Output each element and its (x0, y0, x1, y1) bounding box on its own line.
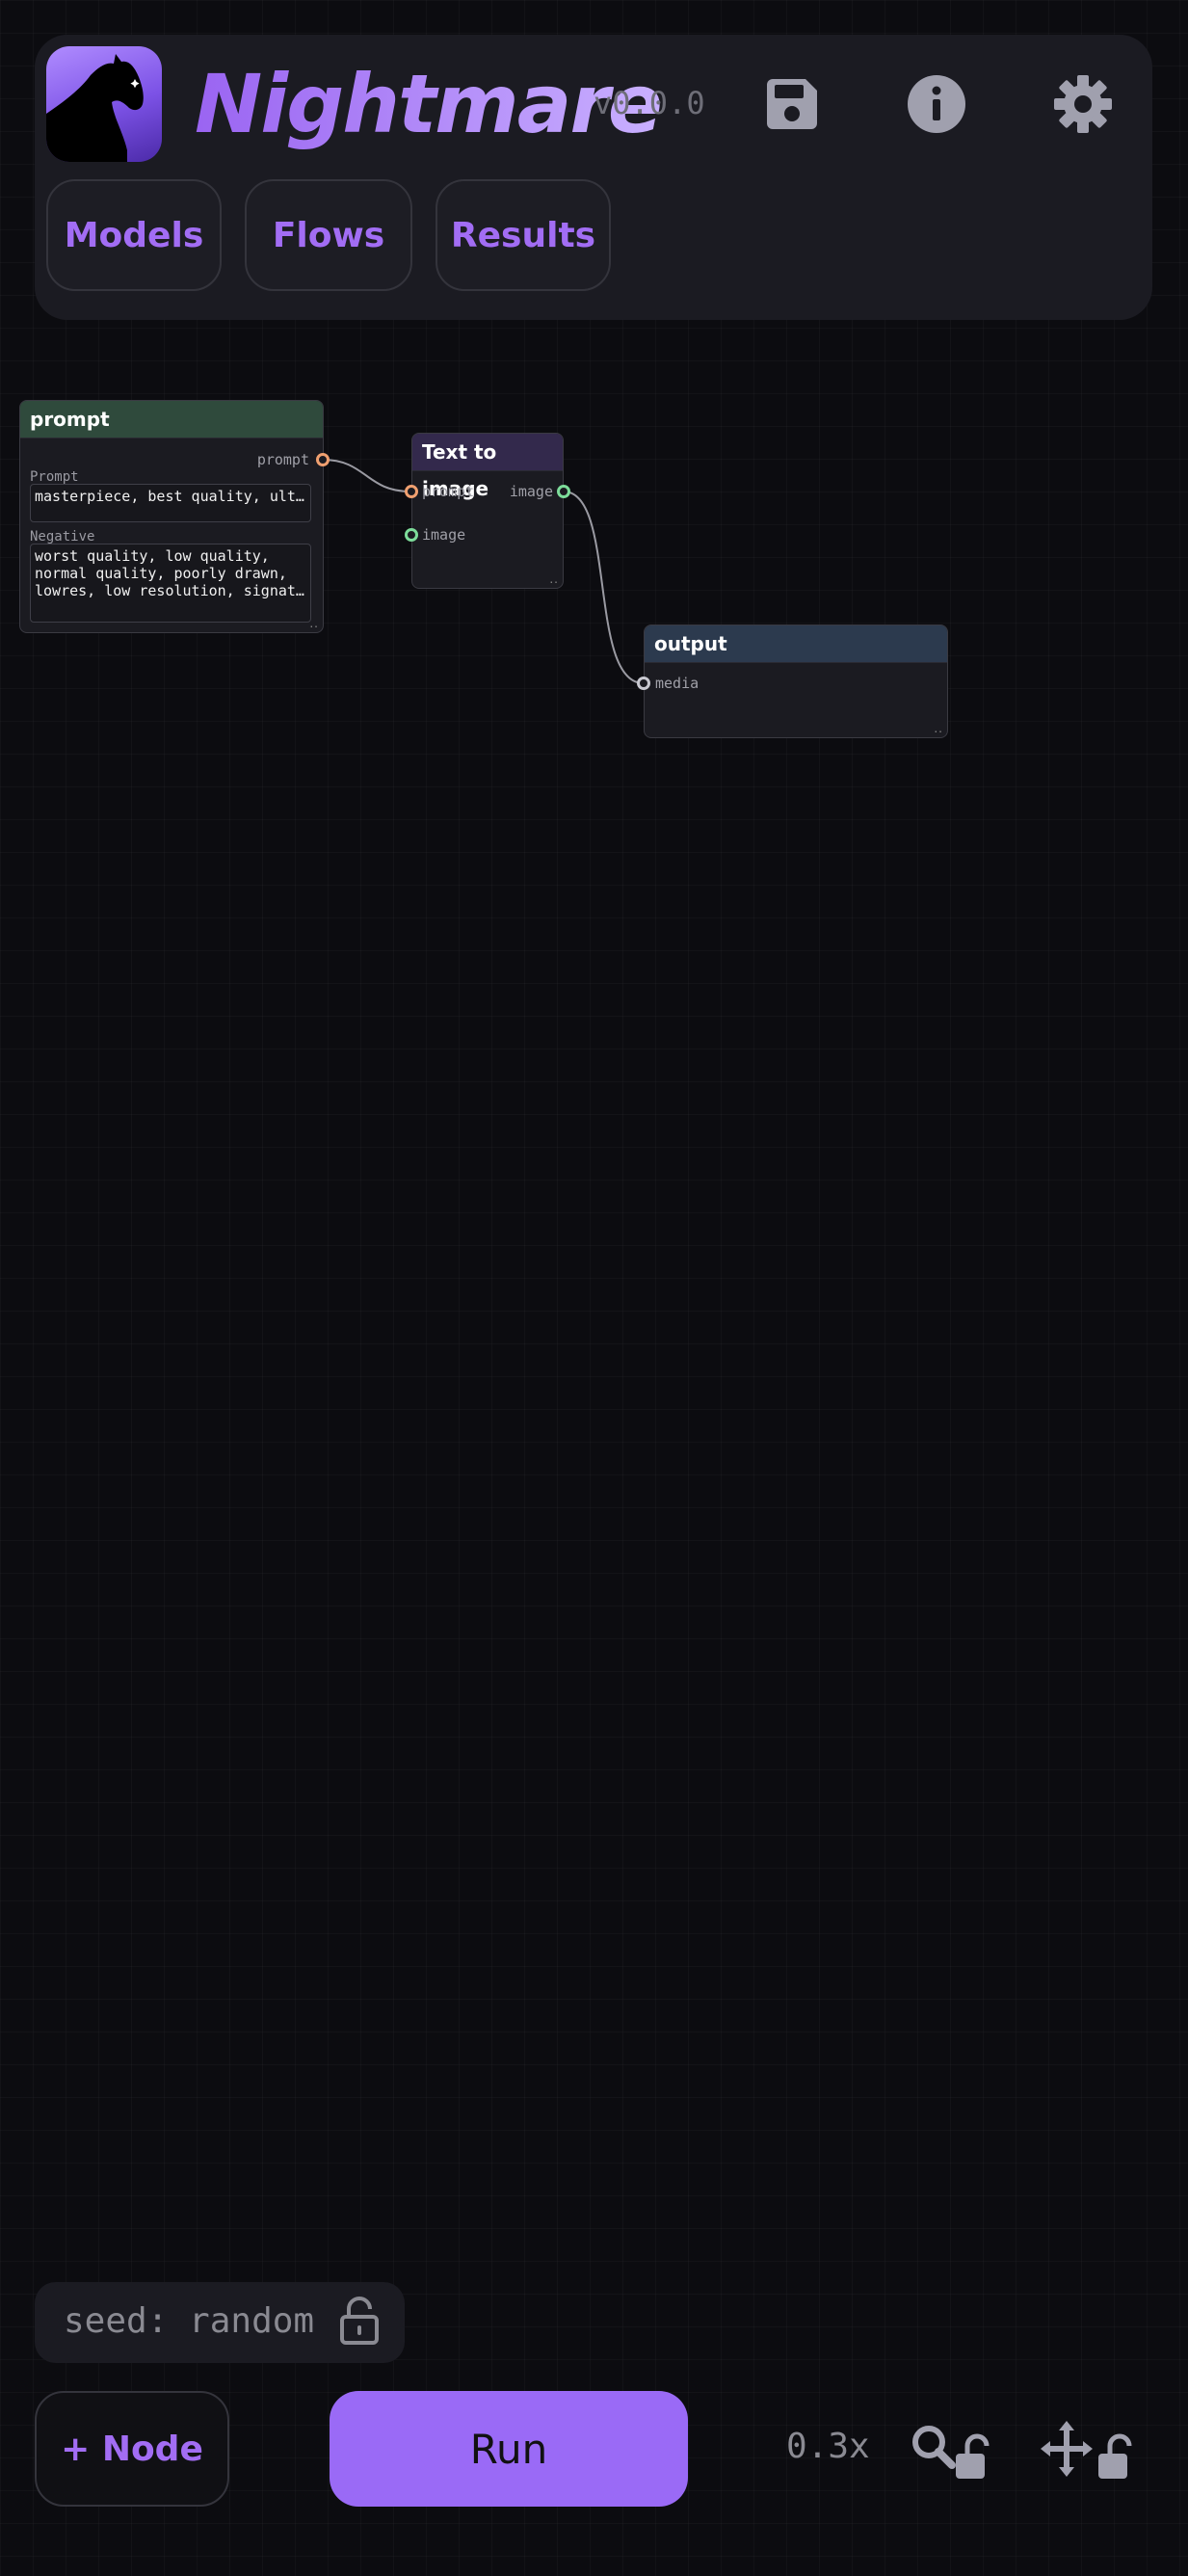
port-image-out (557, 485, 570, 498)
port-media-in (637, 677, 650, 690)
pan-lock-control[interactable] (1041, 2421, 1137, 2481)
port-image-in (405, 528, 418, 542)
port-dots (316, 453, 650, 690)
seed-control[interactable]: seed: random (35, 2282, 405, 2363)
move-icon (1041, 2421, 1093, 2477)
run-button[interactable]: Run (330, 2391, 688, 2507)
seed-value: seed: random (64, 2301, 315, 2341)
port-prompt-in (405, 485, 418, 498)
add-node-button[interactable]: + Node (35, 2391, 229, 2507)
unlock-icon (1098, 2433, 1132, 2479)
unlock-icon (956, 2433, 990, 2479)
zoom-level: 0.3x (786, 2427, 870, 2466)
port-prompt-out (316, 453, 330, 466)
seed-unlock-icon[interactable] (339, 2296, 380, 2346)
search-icon (912, 2426, 956, 2469)
zoom-lock-control[interactable] (910, 2423, 998, 2481)
